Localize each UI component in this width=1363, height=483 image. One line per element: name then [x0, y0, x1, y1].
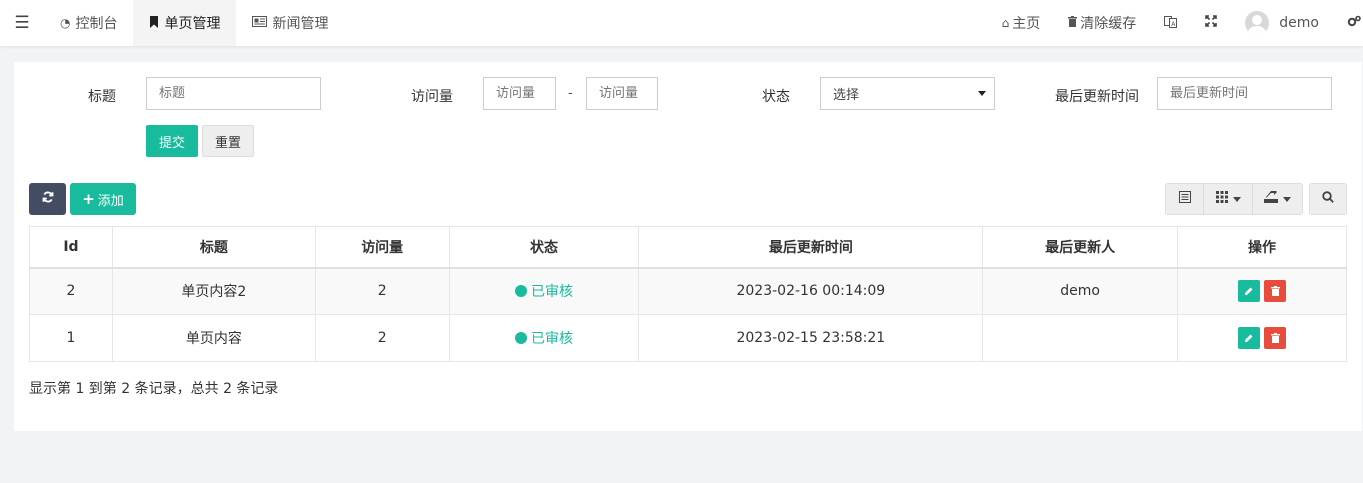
- add-button-label: 添加: [97, 193, 124, 209]
- cell-updater: demo: [982, 267, 1179, 315]
- cell-id: 2: [29, 267, 113, 315]
- filter-views-min-input[interactable]: [483, 77, 556, 110]
- column-header-title[interactable]: 标题: [111, 226, 316, 269]
- tab-news[interactable]: 新闻管理: [236, 0, 344, 46]
- trash-icon: [1270, 286, 1280, 297]
- home-link[interactable]: ⌂ 主页: [988, 0, 1055, 46]
- chevron-down-icon: [978, 91, 986, 96]
- cell-views: 2: [314, 314, 450, 362]
- chevron-down-icon: [1283, 196, 1291, 202]
- toggle-view-button[interactable]: [1165, 183, 1204, 215]
- cell-updated: 2023-02-15 23:58:21: [638, 314, 984, 362]
- content-panel: 标题 访问量 - 状态 选择 最后更新时间 提交 重置 + 添加: [14, 62, 1362, 431]
- filter-status-select[interactable]: 选择: [820, 77, 995, 110]
- status-dot-icon: [515, 285, 528, 298]
- cell-status: 已审核: [448, 267, 640, 315]
- username: demo: [1279, 15, 1319, 31]
- hamburger-menu-icon[interactable]: ☰: [0, 0, 44, 46]
- top-navbar: ☰ ◔ 控制台 单页管理 新闻管理 ⌂ 主页 清除缓存 A demo: [0, 0, 1363, 46]
- cell-updater: [982, 314, 1179, 362]
- cell-views: 2: [314, 267, 450, 315]
- table-header-row: Id 标题 访问量 状态 最后更新时间 最后更新人 操作: [29, 226, 1347, 269]
- column-header-views[interactable]: 访问量: [314, 226, 450, 269]
- data-table: Id 标题 访问量 状态 最后更新时间 最后更新人 操作 2 单页内容2 2 已…: [29, 226, 1347, 362]
- column-header-status[interactable]: 状态: [448, 226, 640, 269]
- export-icon: [1264, 189, 1278, 207]
- avatar: [1245, 11, 1270, 35]
- filter-views-label: 访问量: [411, 89, 453, 105]
- refresh-icon: [42, 191, 54, 207]
- reset-button[interactable]: 重置: [202, 125, 254, 157]
- tab-dashboard[interactable]: ◔ 控制台: [44, 0, 133, 46]
- home-icon: ⌂: [1001, 16, 1010, 30]
- trash-icon: [1068, 16, 1078, 30]
- delete-button[interactable]: [1264, 280, 1287, 303]
- bookmark-icon: [149, 15, 159, 31]
- filter-status-value: 选择: [833, 88, 860, 103]
- range-separator: -: [568, 86, 573, 101]
- table-row: 1 单页内容 2 已审核 2023-02-15 23:58:21: [29, 314, 1347, 362]
- edit-button[interactable]: [1238, 327, 1261, 349]
- edit-button[interactable]: [1238, 280, 1261, 303]
- column-header-id[interactable]: Id: [29, 226, 113, 269]
- status-text: 已审核: [531, 284, 574, 301]
- status-text: 已审核: [531, 331, 574, 347]
- filter-title-input[interactable]: [146, 77, 321, 110]
- translate-icon: A: [1164, 15, 1178, 32]
- status-dot-icon: [515, 332, 528, 344]
- cell-id: 1: [29, 314, 113, 362]
- refresh-button[interactable]: [29, 183, 66, 215]
- submit-button[interactable]: 提交: [146, 125, 198, 157]
- filter-views-max-input[interactable]: [586, 77, 658, 110]
- status-badge: 已审核: [515, 281, 573, 301]
- filter-title-label: 标题: [88, 89, 116, 105]
- cell-status: 已审核: [448, 314, 640, 362]
- column-header-actions: 操作: [1177, 226, 1347, 269]
- clear-cache-label: 清除缓存: [1080, 16, 1137, 32]
- filter-updated-label: 最后更新时间: [1055, 89, 1139, 105]
- cell-title: 单页内容2: [111, 267, 316, 315]
- pencil-icon: [1245, 334, 1253, 342]
- tab-single-page-label: 单页管理: [164, 16, 221, 32]
- delete-button[interactable]: [1264, 327, 1287, 349]
- status-badge: 已审核: [515, 328, 573, 348]
- tab-news-label: 新闻管理: [272, 16, 329, 32]
- table-row: 2 单页内容2 2 已审核 2023-02-16 00:14:09 demo: [29, 267, 1347, 315]
- column-header-updater[interactable]: 最后更新人: [982, 226, 1179, 269]
- pencil-icon: [1245, 287, 1253, 296]
- settings-button[interactable]: [1333, 0, 1363, 46]
- plus-icon: +: [82, 190, 95, 208]
- pagination-summary: 显示第 1 到第 2 条记录，总共 2 条记录: [29, 381, 279, 397]
- cell-actions: [1177, 314, 1347, 362]
- newspaper-icon: [252, 16, 268, 30]
- columns-toggle-button[interactable]: [1203, 183, 1253, 215]
- clear-cache-button[interactable]: 清除缓存: [1054, 0, 1150, 46]
- grid-icon: [1215, 191, 1228, 207]
- filter-status-label: 状态: [762, 89, 790, 105]
- trash-icon: [1270, 333, 1280, 343]
- gears-icon: [1347, 15, 1361, 31]
- filter-updated-input[interactable]: [1157, 77, 1332, 110]
- tab-dashboard-label: 控制台: [75, 16, 118, 32]
- fullscreen-button[interactable]: [1191, 0, 1231, 46]
- tab-single-page[interactable]: 单页管理: [133, 0, 237, 46]
- search-icon: [1322, 191, 1334, 207]
- cell-actions: [1177, 267, 1347, 315]
- fullscreen-icon: [1205, 15, 1218, 31]
- home-label: 主页: [1012, 16, 1041, 32]
- add-button[interactable]: + 添加: [70, 183, 136, 215]
- column-header-updated[interactable]: 最后更新时间: [638, 226, 984, 269]
- chevron-down-icon: [1232, 196, 1241, 202]
- language-button[interactable]: A: [1150, 0, 1191, 46]
- cell-updated: 2023-02-16 00:14:09: [638, 267, 984, 315]
- list-view-icon: [1178, 191, 1191, 207]
- dashboard-icon: ◔: [60, 16, 71, 30]
- search-toggle-button[interactable]: [1309, 183, 1347, 215]
- user-menu[interactable]: demo: [1231, 0, 1333, 46]
- cell-title: 单页内容: [111, 314, 316, 362]
- export-button[interactable]: [1252, 183, 1303, 215]
